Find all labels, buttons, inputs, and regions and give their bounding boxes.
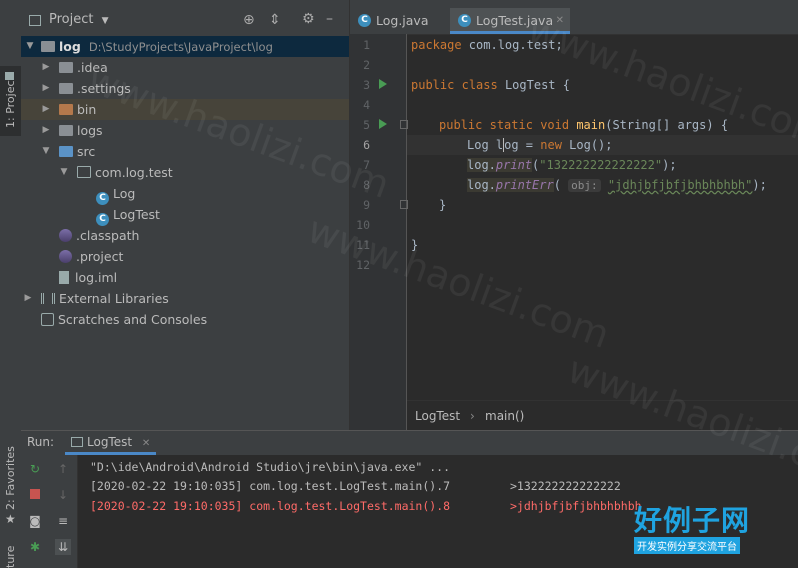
class-icon: C [358,14,371,27]
run-toolbar: ↻ ↑ ↓ ◙ ≡ ✱ ⇊ [21,455,78,568]
line-number: 5 [363,118,370,132]
chevron-right-icon: › [470,409,475,423]
editor-tabs: C Log.java ✕ C LogTest.java ✕ [350,8,798,35]
tabs-top-strip [350,0,798,8]
scroll-to-end-icon[interactable]: ⇊ [55,539,71,555]
code-line[interactable]: package com.log.test; [411,35,563,55]
gear-icon[interactable]: ⚙ [302,11,315,27]
parameter-hint: obj: [568,179,601,192]
console-line-command: "D:\ide\Android\Android Studio\jre\bin\j… [90,460,451,474]
tab-logtest-java[interactable]: C LogTest.java ✕ [450,8,570,34]
chevron-right-icon: ▶ [42,83,50,93]
console-line: [2020-02-22 19:10:035] com.log.test.LogT… [90,479,621,493]
tree-row-log-class[interactable]: C Log [96,183,135,205]
code-line[interactable]: public static void main(String[] args) { [439,115,728,135]
line-number: 9 [363,198,370,212]
structure-tool-tab[interactable]: ture [0,540,21,568]
code-line[interactable]: Log log = new Log(); [467,135,613,155]
chevron-down-icon: ▼ [42,146,50,156]
folder-icon [59,62,73,73]
hide-panel-icon[interactable]: – [326,11,333,27]
tree-row-log[interactable]: ▼ log D:\StudyProjects\JavaProject\log [21,36,349,57]
chevron-right-icon: ▶ [24,293,32,303]
soft-wrap-icon[interactable]: ≡ [55,513,71,529]
arrow-down-icon[interactable]: ↓ [55,487,71,503]
line-number: 1 [363,38,370,52]
tree-row-classpath[interactable]: .classpath [59,225,139,246]
line-number: 8 [363,178,370,192]
breadcrumb-item[interactable]: LogTest [415,401,460,431]
line-number: 10 [356,218,370,232]
run-gutter-icon[interactable] [379,119,387,129]
breadcrumb: LogTest › main() [406,400,798,431]
project-panel-header: Project ▼ ⊕ ⇕ ⚙ – [21,8,349,34]
run-gutter-icon[interactable] [379,79,387,89]
chevron-right-icon: ▶ [42,125,50,135]
excluded-folder-icon [59,104,73,115]
tree-row-logtest-class[interactable]: C LogTest [96,204,160,226]
line-number: 7 [363,158,370,172]
camera-icon[interactable]: ◙ [27,513,43,529]
line-number: 2 [363,58,370,72]
chevron-down-icon: ▼ [26,41,34,51]
line-number: 11 [356,238,370,252]
tree-row-iml[interactable]: log.iml [59,267,117,288]
line-number: 6 [363,138,370,152]
folder-icon [41,41,55,52]
chevron-right-icon: ▶ [42,62,50,72]
run-label: Run: [27,435,55,449]
line-number: 4 [363,98,370,112]
folder-icon [59,125,73,136]
folder-icon [59,83,73,94]
star-icon: ★ [5,512,16,526]
collapse-all-icon[interactable]: ⇕ [269,12,281,28]
line-number: 3 [363,78,370,92]
project-view-icon [29,15,41,26]
arrow-up-icon[interactable]: ↑ [55,461,71,477]
chevron-down-icon: ▼ [101,16,109,26]
libraries-icon [41,293,55,304]
tree-row-bin[interactable]: ▶ bin [21,99,349,120]
chevron-right-icon: ▶ [42,104,50,114]
package-icon [77,166,91,178]
line-number: 12 [356,258,370,272]
run-panel-header: Run: LogTest ✕ [21,430,798,455]
console-icon [71,437,83,447]
site-logo: 好例子网 开发实例分享交流平台 [634,504,751,554]
rerun-icon[interactable]: ↻ [27,461,43,477]
console-line-error: [2020-02-22 19:10:035] com.log.test.LogT… [90,499,642,513]
fold-icon[interactable] [400,120,408,129]
module-file-icon [59,271,69,284]
gutter-bottom [350,400,407,430]
tree-row-project[interactable]: .project [59,246,123,267]
debug-icon[interactable]: ✱ [27,539,43,555]
chevron-down-icon: ▼ [60,167,68,177]
close-icon[interactable]: ✕ [556,8,564,34]
stop-icon[interactable] [27,487,43,503]
code-line[interactable]: public class LogTest { [411,75,570,95]
tree-row-scratches[interactable]: Scratches and Consoles [41,309,207,330]
breadcrumb-item[interactable]: main() [485,401,524,431]
scratches-icon [41,313,54,326]
code-line[interactable]: log.print("132222222222222"); [467,155,677,175]
fold-icon[interactable] [400,200,408,209]
code-line[interactable]: } [411,235,418,255]
source-folder-icon [59,146,73,157]
class-icon: C [458,14,471,27]
code-line[interactable]: log.printErr( obj: "jdhjbfjbfjbhbhbhbh")… [467,175,767,195]
project-view-selector[interactable]: Project ▼ [49,12,109,27]
panel-top-strip [21,0,349,8]
eclipse-file-icon [59,229,72,242]
run-tab-logtest[interactable]: LogTest ✕ [65,431,157,455]
eclipse-file-icon [59,250,72,263]
close-icon[interactable]: ✕ [142,438,150,449]
locate-icon[interactable]: ⊕ [243,12,255,28]
folder-icon [5,72,14,80]
code-line[interactable]: } [439,195,446,215]
